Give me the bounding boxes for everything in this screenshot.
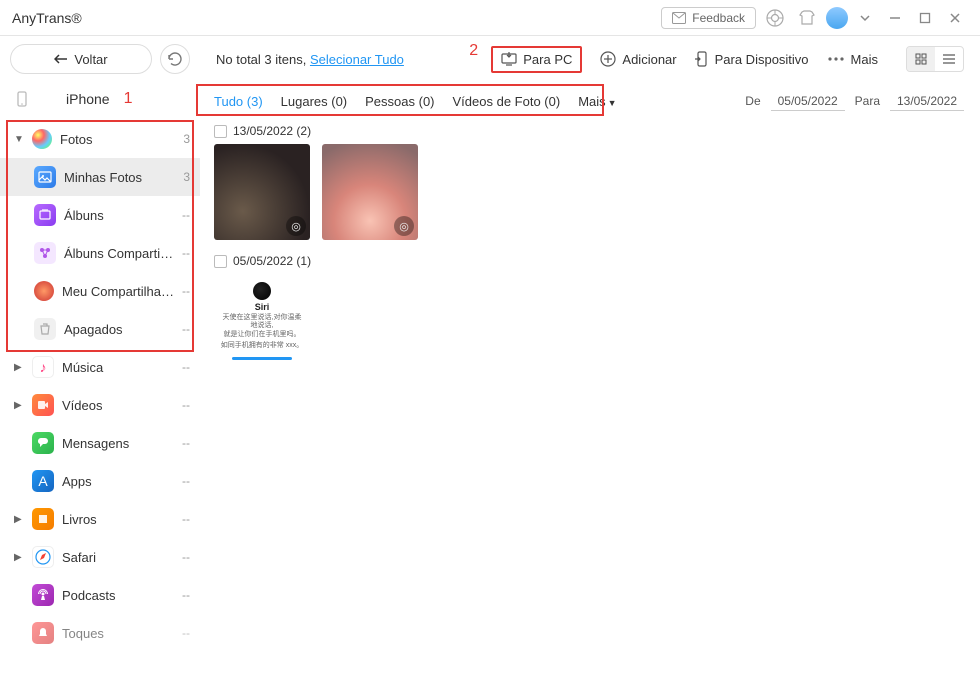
caret-down-icon: ▼	[14, 134, 24, 145]
trash-icon	[34, 318, 56, 340]
group-checkbox[interactable]	[214, 255, 227, 268]
safari-icon	[32, 546, 54, 568]
app-title: AnyTrans®	[12, 10, 82, 26]
sidebar-item-my-shared[interactable]: Meu Compartilhame... --	[0, 272, 200, 310]
sidebar: ▼ Fotos 3 Minhas Fotos 3 Álbuns -- Álbun…	[0, 120, 200, 687]
filter-videos[interactable]: Vídeos de Foto (0)	[453, 94, 561, 109]
annotation-2: 2	[469, 42, 478, 60]
photos-icon	[32, 129, 52, 149]
sidebar-item-deleted[interactable]: Apagados --	[0, 310, 200, 348]
podcast-icon	[32, 584, 54, 606]
live-photo-icon: ◎	[394, 216, 414, 236]
group-date-label: 13/05/2022 (2)	[233, 124, 311, 138]
sidebar-item-livros[interactable]: ▶ Livros --	[0, 500, 200, 538]
caret-right-icon: ▶	[14, 400, 24, 411]
feedback-label: Feedback	[692, 11, 745, 25]
sidebar-item-shared-albums[interactable]: Álbuns Compartilhad... --	[0, 234, 200, 272]
monitor-icon	[501, 52, 517, 66]
arrow-left-icon	[54, 54, 68, 64]
date-from-label: De	[745, 94, 760, 108]
sunflower-icon	[34, 281, 54, 301]
device-header: iPhone 1	[0, 82, 200, 116]
siri-orb-icon	[253, 282, 271, 300]
photo-group-1: 13/05/2022 (2) ◎ ◎	[214, 124, 978, 240]
more-icon	[827, 56, 845, 62]
sidebar-item-safari[interactable]: ▶ Safari --	[0, 538, 200, 576]
date-from-input[interactable]: 05/05/2022	[771, 92, 845, 111]
caret-right-icon: ▶	[14, 514, 24, 525]
sidebar-item-mensagens[interactable]: ▶ Mensagens --	[0, 424, 200, 462]
caret-right-icon: ▶	[14, 362, 24, 373]
refresh-icon	[167, 51, 183, 67]
toolbar-row: Voltar No total 3 itens, Selecionar Tudo…	[0, 36, 980, 82]
list-icon	[942, 53, 956, 65]
total-text: No total 3 itens, Selecionar Tudo	[216, 52, 404, 67]
close-button[interactable]	[942, 5, 968, 31]
list-view-button[interactable]	[935, 47, 963, 71]
shirt-icon[interactable]	[794, 5, 820, 31]
group-checkbox[interactable]	[214, 125, 227, 138]
mais-button[interactable]: Mais	[827, 52, 878, 67]
avatar[interactable]	[826, 7, 848, 29]
back-label: Voltar	[74, 52, 107, 67]
device-icon	[695, 51, 709, 67]
para-pc-button[interactable]: Para PC	[501, 52, 572, 67]
albums-icon	[34, 204, 56, 226]
feedback-button[interactable]: Feedback	[661, 7, 756, 29]
sidebar-item-toques[interactable]: ▶ Toques --	[0, 614, 200, 652]
filter-mais[interactable]: Mais▼	[578, 94, 616, 109]
sidebar-item-videos[interactable]: ▶ Vídeos --	[0, 386, 200, 424]
sidebar-item-apps[interactable]: ▶ A Apps --	[0, 462, 200, 500]
grid-view-button[interactable]	[907, 47, 935, 71]
select-all-link[interactable]: Selecionar Tudo	[310, 52, 404, 67]
ringtone-icon	[32, 622, 54, 644]
phone-icon	[14, 91, 30, 107]
filter-pessoas[interactable]: Pessoas (0)	[365, 94, 434, 109]
sidebar-item-fotos[interactable]: ▼ Fotos 3	[0, 120, 200, 158]
my-photos-icon	[34, 166, 56, 188]
group-date-label: 05/05/2022 (1)	[233, 254, 311, 268]
help-icon[interactable]	[762, 5, 788, 31]
date-to-input[interactable]: 13/05/2022	[890, 92, 964, 111]
siri-title: Siri	[255, 302, 270, 312]
videos-icon	[32, 394, 54, 416]
device-name: iPhone	[66, 91, 110, 107]
sidebar-item-podcasts[interactable]: ▶ Podcasts --	[0, 576, 200, 614]
refresh-button[interactable]	[160, 44, 190, 74]
photo-thumbnail[interactable]: ◎	[322, 144, 418, 240]
minimize-button[interactable]	[882, 5, 908, 31]
date-to-label: Para	[855, 94, 880, 108]
chevron-down-icon[interactable]	[852, 5, 878, 31]
shared-albums-icon	[34, 242, 56, 264]
grid-icon	[915, 53, 927, 65]
view-toggle	[906, 46, 964, 72]
sidebar-item-minhas-fotos[interactable]: Minhas Fotos 3	[0, 158, 200, 196]
filter-tudo[interactable]: Tudo (3)	[214, 94, 263, 109]
filter-lugares[interactable]: Lugares (0)	[281, 94, 347, 109]
back-button[interactable]: Voltar	[10, 44, 152, 74]
sidebar-item-musica[interactable]: ▶ ♪ Música --	[0, 348, 200, 386]
sidebar-item-albuns[interactable]: Álbuns --	[0, 196, 200, 234]
maximize-button[interactable]	[912, 5, 938, 31]
date-range: De 05/05/2022 Para 13/05/2022	[745, 92, 964, 111]
live-photo-icon: ◎	[286, 216, 306, 236]
mail-icon	[672, 12, 686, 24]
adicionar-button[interactable]: Adicionar	[600, 51, 676, 67]
messages-icon	[32, 432, 54, 454]
books-icon	[32, 508, 54, 530]
para-dispositivo-button[interactable]: Para Dispositivo	[695, 51, 809, 67]
para-pc-highlight: 2 Para PC	[491, 46, 582, 73]
plus-circle-icon	[600, 51, 616, 67]
photo-group-2: 05/05/2022 (1) Siri 天使在这里说话,对你温柔地说话,就是让你…	[214, 254, 978, 370]
annotation-1: 1	[124, 90, 133, 108]
music-icon: ♪	[32, 356, 54, 378]
apps-icon: A	[32, 470, 54, 492]
titlebar: AnyTrans® Feedback	[0, 0, 980, 36]
photo-thumbnail[interactable]: Siri 天使在这里说话,对你温柔地说话,就是让你们在手机里吗。 如同手机拥有的…	[214, 274, 310, 370]
content-area: 13/05/2022 (2) ◎ ◎ 05/05/2022 (1)	[200, 120, 980, 687]
caret-right-icon: ▶	[14, 552, 24, 563]
photo-thumbnail[interactable]: ◎	[214, 144, 310, 240]
